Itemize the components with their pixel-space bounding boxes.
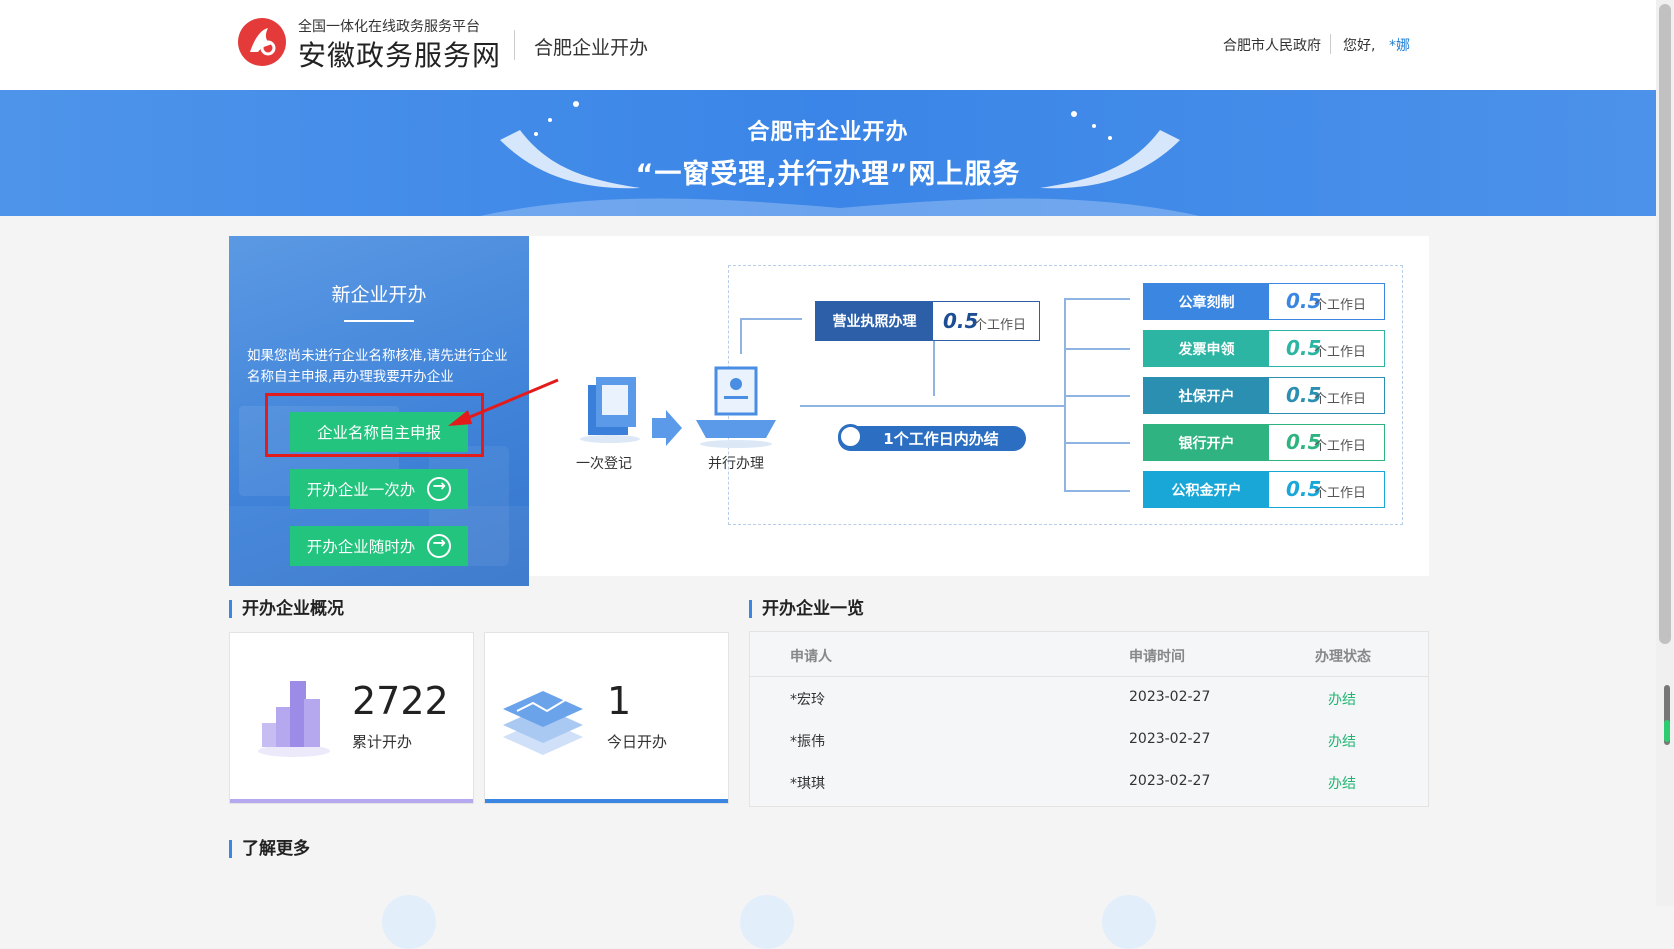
step-parallel-label: 并行办理 [708, 456, 764, 472]
hero-banner: 合肥市企业开办 “一窗受理,并行办理”网上服务 [0, 90, 1656, 216]
top-header: 全国一体化在线政务服务平台 安徽政务服务网 合肥企业开办 合肥市人民政府 您好,… [0, 0, 1656, 90]
status-cell: 办结 [1328, 734, 1356, 750]
total-duration-pill: 1个工作日内办结 [838, 426, 1026, 451]
table-row: *琪琪 2023-02-27 办结 [750, 761, 1428, 803]
service-label: 银行开户 [1144, 425, 1269, 460]
date-cell: 2023-02-27 [1129, 689, 1211, 705]
total-count: 2722 [352, 679, 449, 723]
service-row-seal: 公章刻制 0.5 个工作日 [1143, 283, 1385, 320]
service-unit: 个工作日 [1314, 345, 1367, 360]
more-item-icon[interactable] [382, 895, 436, 949]
gov-link[interactable]: 合肥市人民政府 [1223, 35, 1321, 55]
layers-icon [503, 691, 583, 755]
arrow-right-circle-icon [427, 476, 452, 501]
scrollbar-thumb[interactable] [1659, 4, 1671, 644]
table-row: *宏玲 2023-02-27 办结 [750, 677, 1428, 719]
service-row-invoice: 发票申领 0.5 个工作日 [1143, 330, 1385, 367]
date-cell: 2023-02-27 [1129, 773, 1211, 789]
service-label: 公章刻制 [1144, 284, 1269, 319]
anytime-button[interactable]: 开办企业随时办 [290, 526, 468, 566]
service-unit: 个工作日 [1314, 392, 1367, 407]
stat-card-today: 1 今日开办 [484, 632, 729, 804]
list-section-title: 开办企业一览 [749, 600, 864, 618]
status-cell: 办结 [1328, 776, 1356, 792]
greeting-text: 您好, [1343, 38, 1376, 54]
brand-title[interactable]: 安徽政务服务网 [298, 34, 501, 74]
column-header-applicant: 申请人 [790, 649, 832, 665]
table-row: *振伟 2023-02-27 办结 [750, 719, 1428, 761]
service-label: 社保开户 [1144, 378, 1269, 413]
parallel-laptop-icon [696, 366, 776, 448]
panel-title: 新企业开办 [331, 284, 427, 306]
bar-chart-icon [258, 681, 330, 757]
service-row-housing-fund: 公积金开户 0.5 个工作日 [1143, 471, 1385, 508]
register-books-icon [580, 377, 640, 443]
banner-title: 合肥市企业开办 [747, 120, 909, 145]
license-step-box: 营业执照办理 0.5 个工作日 [815, 301, 1040, 341]
anhui-logo-icon[interactable] [236, 16, 288, 68]
applicant-cell: *宏玲 [790, 692, 825, 708]
section-name: 合肥企业开办 [534, 37, 649, 59]
more-section-title: 了解更多 [229, 840, 310, 858]
more-item-icon[interactable] [1102, 895, 1156, 949]
total-label: 累计开办 [352, 733, 413, 751]
connector-line [740, 318, 802, 320]
license-step-unit: 个工作日 [974, 318, 1027, 333]
enterprise-table: 申请人 申请时间 办理状态 *宏玲 2023-02-27 办结 *振伟 2023… [749, 631, 1429, 807]
license-step-label: 营业执照办理 [816, 302, 933, 340]
status-cell: 办结 [1328, 692, 1356, 708]
connector-line [1064, 348, 1130, 350]
connector-line [740, 318, 742, 354]
table-header-row: 申请人 申请时间 办理状态 [750, 632, 1428, 677]
username-link[interactable]: *娜 [1389, 35, 1410, 55]
today-count: 1 [607, 679, 632, 723]
red-arrow-annotation-icon [448, 378, 559, 426]
stat-accent-bar [485, 799, 728, 803]
banner-subtitle: “一窗受理,并行办理”网上服务 [635, 159, 1021, 190]
more-item-icon[interactable] [740, 895, 794, 949]
connector-line [800, 405, 1065, 407]
applicant-cell: *琪琪 [790, 776, 825, 792]
connector-line [933, 341, 935, 396]
side-indicator-active [1664, 720, 1670, 742]
service-row-social-security: 社保开户 0.5 个工作日 [1143, 377, 1385, 414]
today-label: 今日开办 [607, 733, 668, 751]
column-header-status: 办理状态 [1315, 649, 1371, 665]
connector-line [1064, 490, 1130, 492]
overview-section-title: 开办企业概况 [229, 600, 344, 618]
brand-divider [514, 30, 515, 60]
one-time-button[interactable]: 开办企业一次办 [290, 469, 468, 509]
flow-arrow-icon [652, 410, 682, 446]
service-unit: 个工作日 [1314, 298, 1367, 313]
step-register-label: 一次登记 [576, 456, 632, 472]
one-time-label: 开办企业一次办 [306, 481, 416, 499]
service-unit: 个工作日 [1314, 439, 1367, 454]
arrow-right-circle-icon [427, 533, 452, 558]
column-header-date: 申请时间 [1129, 649, 1185, 665]
service-unit: 个工作日 [1314, 486, 1367, 501]
service-row-bank: 银行开户 0.5 个工作日 [1143, 424, 1385, 461]
connector-line [1064, 442, 1130, 444]
date-cell: 2023-02-27 [1129, 731, 1211, 747]
clock-icon [838, 424, 863, 449]
service-label: 发票申领 [1144, 331, 1269, 366]
anytime-label: 开办企业随时办 [306, 538, 416, 556]
panel-title-underline [344, 320, 414, 322]
user-divider [1330, 34, 1331, 54]
applicant-cell: *振伟 [790, 734, 825, 750]
service-label: 公积金开户 [1144, 472, 1269, 507]
connector-line [1064, 298, 1130, 300]
stat-card-total: 2722 累计开办 [229, 632, 474, 804]
brand-subtitle: 全国一体化在线政务服务平台 [298, 19, 480, 35]
stat-accent-bar [230, 799, 473, 803]
connector-line [1064, 395, 1130, 397]
